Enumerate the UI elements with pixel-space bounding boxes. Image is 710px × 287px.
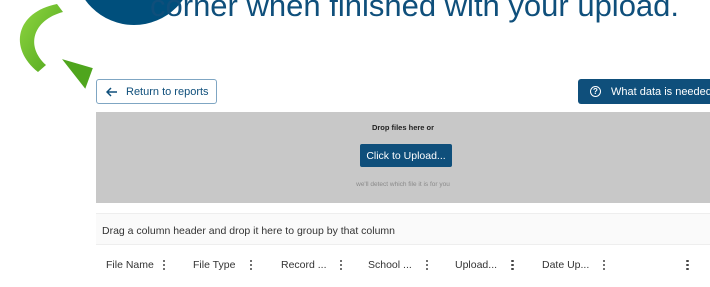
- kebab-icon[interactable]: [163, 260, 166, 270]
- column-label: File Type: [193, 259, 236, 271]
- kebab-icon[interactable]: [426, 260, 429, 270]
- click-to-upload-button[interactable]: Click to Upload...: [360, 144, 452, 167]
- callout-text: corner when finished with your upload.: [150, 0, 680, 23]
- column-label: Upload...: [455, 259, 498, 271]
- return-button-label: Return to reports: [126, 85, 209, 98]
- column-label: File Name: [106, 259, 154, 271]
- column-label: Record ...: [281, 259, 327, 271]
- column-header-date-uploaded[interactable]: Date Up...: [542, 258, 605, 272]
- question-circle-icon: ?: [590, 86, 601, 97]
- grid-options-kebab-icon[interactable]: [686, 260, 689, 270]
- drop-zone-title: Drop files here or: [371, 123, 435, 132]
- drop-zone-hint: we'll detect which file it is for you: [356, 181, 450, 188]
- kebab-icon[interactable]: [339, 260, 343, 270]
- kebab-icon[interactable]: [511, 260, 514, 270]
- column-label: School ...: [368, 259, 412, 271]
- column-header-file-type[interactable]: File Type: [193, 258, 253, 272]
- arrow-left-icon: [106, 86, 117, 97]
- group-by-panel[interactable]: Drag a column header and drop it here to…: [96, 213, 710, 245]
- column-header-file-name[interactable]: File Name: [106, 258, 166, 272]
- column-header-upload[interactable]: Upload...: [455, 258, 514, 272]
- column-header-record[interactable]: Record ...: [281, 258, 343, 272]
- column-label: Date Up...: [542, 259, 590, 271]
- kebab-icon[interactable]: [249, 260, 253, 270]
- what-data-is-needed-button[interactable]: ? What data is needed?: [578, 79, 710, 104]
- grid-header-row: File Name File Type Record ... School ..…: [96, 246, 710, 284]
- file-drop-zone[interactable]: Drop files here or Click to Upload... we…: [96, 112, 710, 203]
- return-to-reports-button[interactable]: Return to reports: [96, 79, 217, 104]
- kebab-icon[interactable]: [602, 260, 605, 270]
- help-button-label: What data is needed?: [611, 85, 710, 98]
- group-by-hint: Drag a column header and drop it here to…: [102, 225, 396, 237]
- column-header-school[interactable]: School ...: [368, 258, 429, 272]
